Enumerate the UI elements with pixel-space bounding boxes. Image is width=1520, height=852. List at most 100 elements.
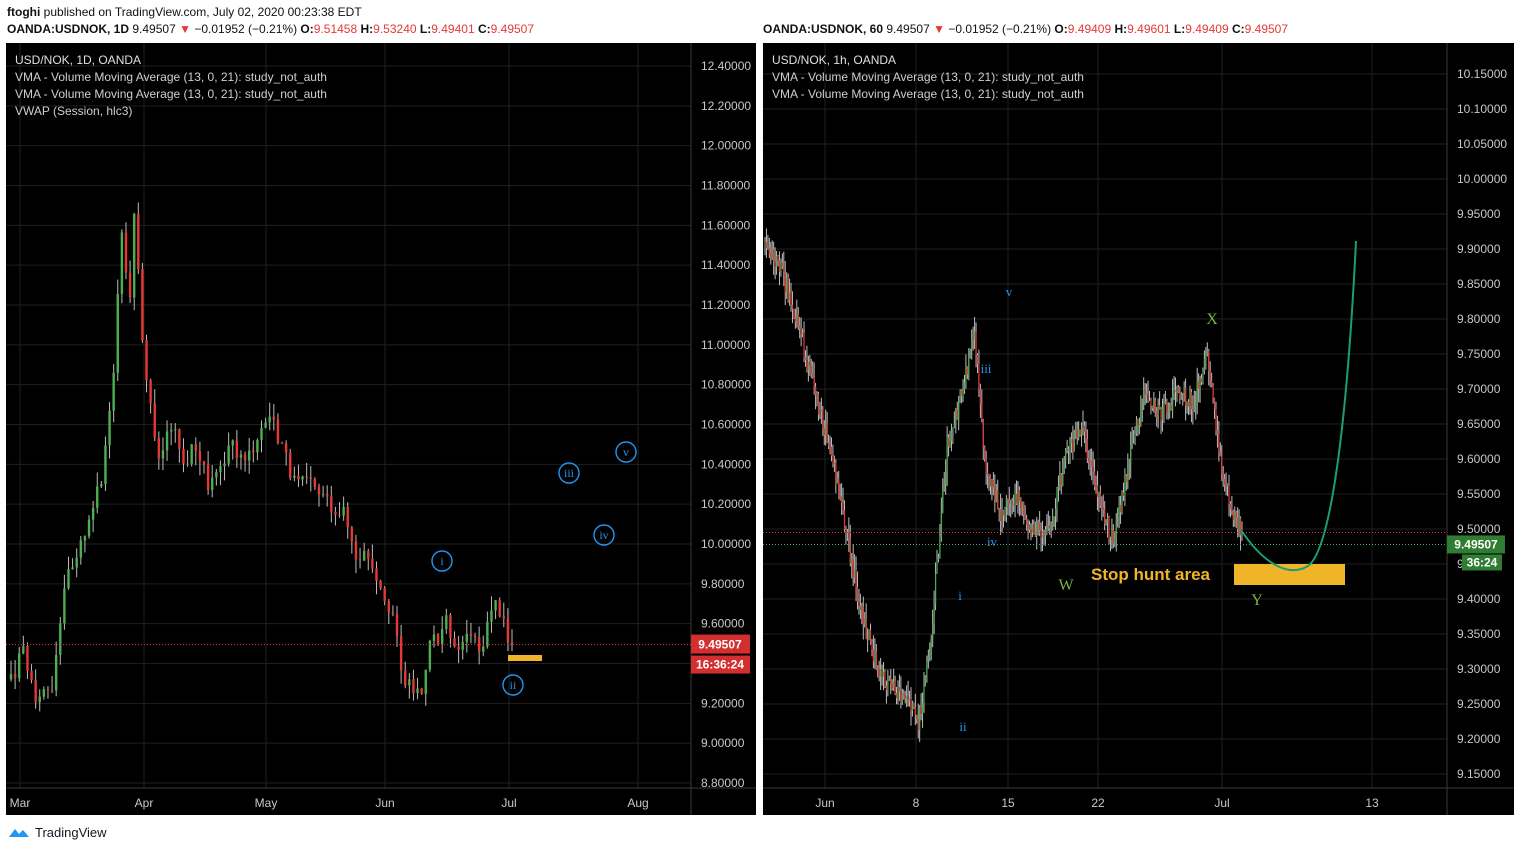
daily-chart-panel[interactable]: 12.40000 12.20000 12.00000 11.80000 11.60000…	[6, 43, 756, 815]
candle-body	[1172, 393, 1174, 410]
candle-body	[813, 376, 815, 387]
y-tick-label: 12.00000	[701, 139, 751, 153]
candle-body	[79, 540, 83, 558]
candle-body	[973, 332, 976, 339]
candle-body	[1004, 507, 1006, 516]
candle-body	[799, 325, 801, 329]
candle-body	[440, 629, 444, 644]
down-arrow-icon: ▼	[933, 22, 945, 36]
left-high: 9.53240	[373, 22, 417, 36]
y-tick-label: 9.70000	[1457, 382, 1501, 396]
candle-body	[1148, 400, 1151, 402]
candle-body	[958, 401, 960, 419]
x-tick-label: 15	[1001, 796, 1015, 810]
hourly-chart[interactable]: 10.15000 10.10000 10.05000 10.00000 9.95000 9…	[763, 43, 1514, 815]
candle-body	[1114, 538, 1116, 544]
y-tick-label: 9.60000	[1457, 452, 1501, 466]
y-tick-label: 10.00000	[1457, 172, 1507, 186]
daily-chart[interactable]: 12.40000 12.20000 12.00000 11.80000 11.60000…	[6, 43, 756, 815]
candle-body	[1102, 507, 1104, 510]
y-tick-label: 10.80000	[701, 378, 751, 392]
x-tick-label: 13	[1365, 796, 1379, 810]
candle-body	[773, 249, 775, 262]
candle-body	[924, 675, 927, 687]
candle-body	[91, 507, 95, 520]
candle-body	[814, 386, 817, 395]
candle-body	[809, 362, 811, 366]
left-symbol: OANDA:USDNOK, 1D	[7, 22, 130, 36]
candle-body	[788, 292, 791, 301]
chart-title: USD/NOK, 1D, OANDA	[15, 53, 141, 67]
candle-body	[186, 463, 189, 465]
candle-body	[1122, 492, 1125, 497]
candle-body	[1118, 504, 1120, 518]
candle-body	[968, 358, 970, 375]
candle-body	[67, 569, 70, 589]
candle-body	[1052, 520, 1054, 529]
candle-body	[1059, 474, 1061, 486]
candle-body	[83, 536, 87, 541]
candle-body	[997, 490, 999, 510]
candle-body	[1040, 530, 1042, 538]
candle-body	[937, 556, 940, 560]
y-tick-label: 9.95000	[1457, 207, 1501, 221]
wave-label: iv	[987, 534, 998, 549]
candle-body	[916, 715, 918, 720]
candle-body	[1078, 429, 1080, 439]
candle-body	[1020, 501, 1022, 508]
candle-body	[829, 446, 831, 448]
candle-body	[346, 506, 349, 528]
x-tick-label: May	[255, 796, 278, 810]
candle-body	[895, 693, 898, 699]
y-tick-label: 9.40000	[1457, 592, 1501, 606]
candle-body	[59, 623, 62, 655]
candle-body	[825, 423, 827, 436]
candle-body	[865, 618, 867, 640]
candle-body	[1073, 430, 1075, 452]
candle-body	[796, 313, 798, 323]
candle-body	[880, 669, 882, 677]
candle-body	[50, 690, 54, 692]
candle-body	[1043, 535, 1045, 537]
candle-body	[141, 269, 144, 341]
candle-body	[264, 422, 267, 428]
hourly-chart-panel[interactable]: 10.15000 10.10000 10.05000 10.00000 9.95000 9…	[763, 43, 1514, 815]
candle-body	[965, 366, 967, 383]
candle-body	[1028, 524, 1031, 530]
candle-body	[100, 484, 103, 487]
candle-body	[1150, 400, 1152, 406]
candle-body	[42, 689, 46, 697]
indicator-legend: VMA - Volume Moving Average (13, 0, 21):…	[772, 70, 1084, 84]
right-high: 9.49601	[1127, 22, 1171, 36]
candle-body	[826, 423, 828, 443]
candle-body	[988, 474, 990, 476]
candle-body	[995, 490, 997, 500]
candle-body	[975, 332, 977, 355]
candle-body	[884, 671, 886, 686]
candle-body	[1229, 503, 1232, 509]
candle-body	[243, 454, 247, 461]
target-box	[508, 655, 542, 661]
candle-body	[247, 450, 251, 461]
candle-body	[63, 588, 66, 624]
candle-body	[268, 416, 271, 423]
candle-body	[854, 569, 856, 578]
candle-body	[1147, 394, 1149, 401]
candle-body	[1117, 517, 1119, 520]
candle-body	[445, 615, 448, 630]
candle-body	[1216, 430, 1219, 435]
candle-body	[820, 409, 822, 411]
candle-body	[1109, 538, 1112, 540]
chart-title: USD/NOK, 1h, OANDA	[772, 53, 896, 67]
candle-body	[1119, 504, 1122, 513]
candle-body	[1060, 474, 1062, 486]
candle-body	[881, 669, 883, 677]
candle-body	[927, 656, 929, 662]
candle-body	[1166, 401, 1168, 414]
author-name: ftoghi	[7, 5, 41, 19]
candle-body	[913, 702, 915, 707]
footer[interactable]: TradingView	[8, 825, 107, 840]
y-tick-label: 10.40000	[701, 457, 751, 471]
wave-label: W	[1058, 577, 1074, 594]
candle-body	[252, 450, 255, 453]
